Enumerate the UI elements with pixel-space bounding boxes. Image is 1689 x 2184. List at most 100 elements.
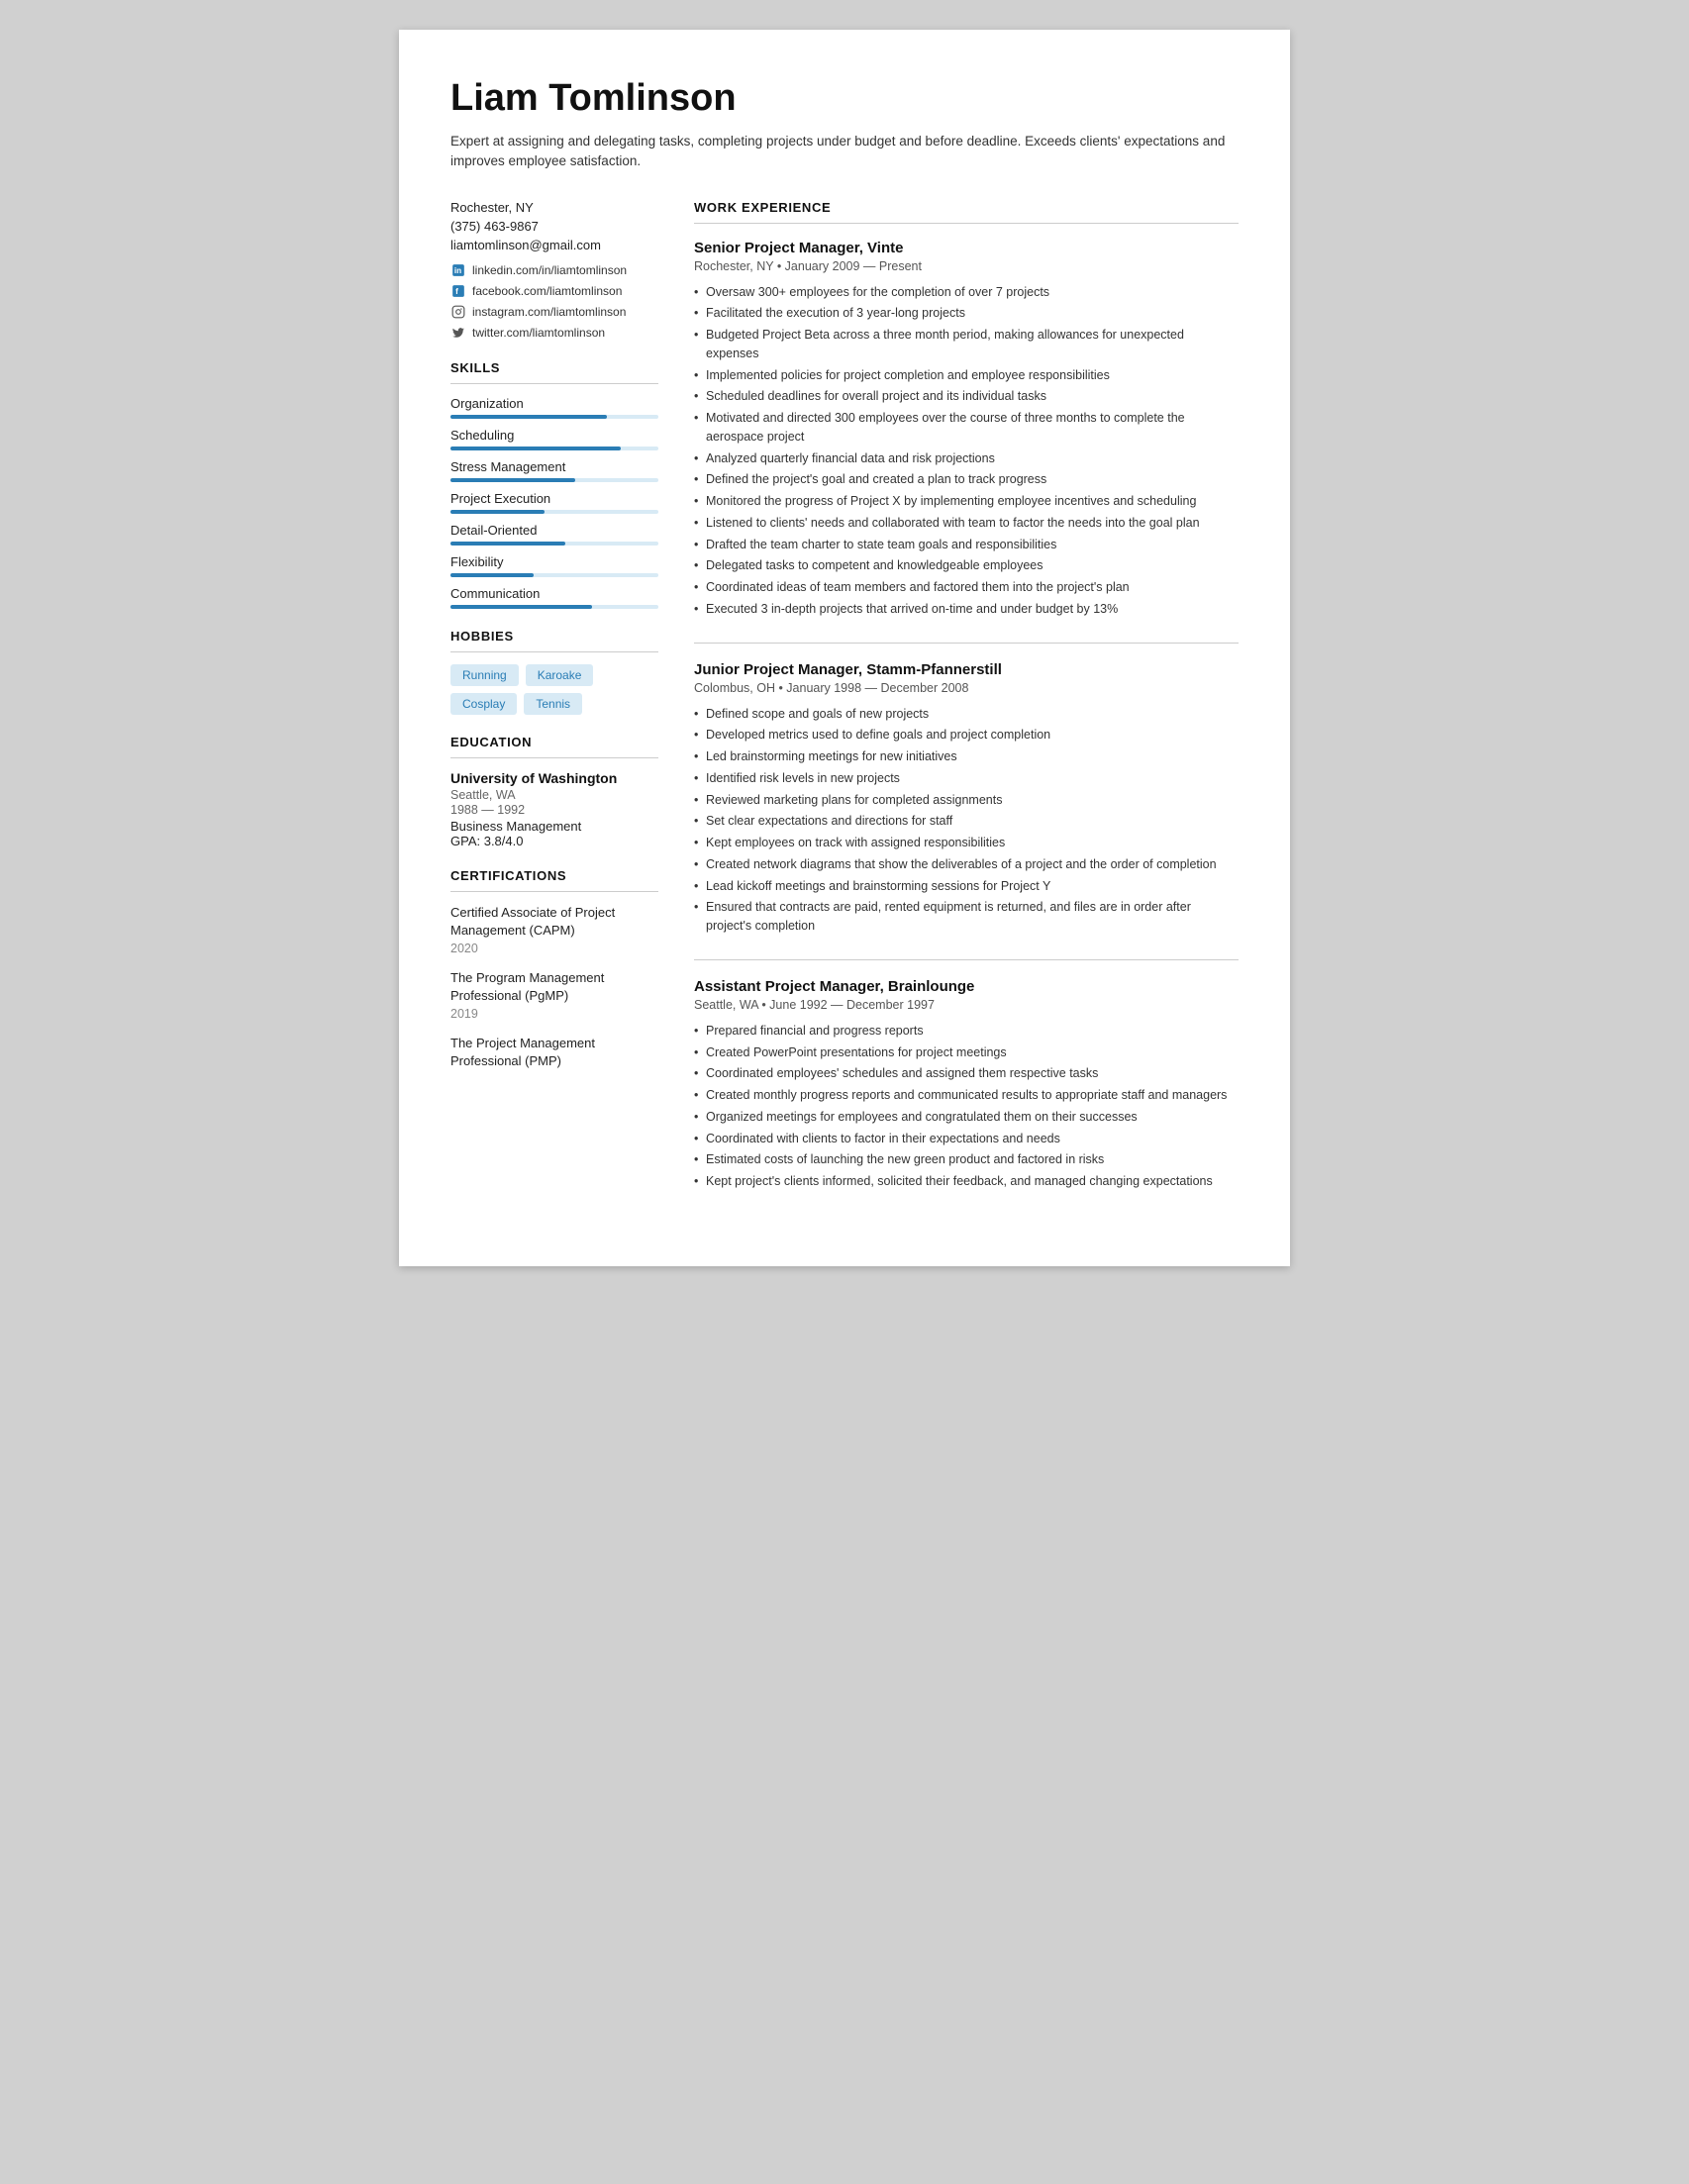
bullet-item: Led brainstorming meetings for new initi… xyxy=(694,747,1239,766)
svg-text:f: f xyxy=(455,286,458,295)
job-title: Senior Project Manager, Vinte xyxy=(694,240,1239,256)
bullet-item: Drafted the team charter to state team g… xyxy=(694,536,1239,554)
instagram-icon xyxy=(450,304,466,320)
contact-email: liamtomlinson@gmail.com xyxy=(450,238,658,252)
skill-name: Project Execution xyxy=(450,491,658,506)
twitter-icon xyxy=(450,325,466,341)
contact-phone: (375) 463-9867 xyxy=(450,219,658,234)
skill-bar-bg xyxy=(450,478,658,482)
bullet-item: Reviewed marketing plans for completed a… xyxy=(694,791,1239,810)
job-bullets: Defined scope and goals of new projects D… xyxy=(694,705,1239,936)
social-list: in linkedin.com/in/liamtomlinson f xyxy=(450,262,658,341)
svg-text:in: in xyxy=(454,265,461,274)
skills-title: SKILLS xyxy=(450,360,658,375)
job-meta: Colombus, OH • January 1998 — December 2… xyxy=(694,681,1239,695)
bullet-item: Motivated and directed 300 employees ove… xyxy=(694,409,1239,447)
job-bullets: Oversaw 300+ employees for the completio… xyxy=(694,283,1239,619)
contact-location: Rochester, NY xyxy=(450,200,658,215)
job-block: Senior Project Manager, Vinte Rochester,… xyxy=(694,240,1239,619)
skill-row: Stress Management xyxy=(450,459,658,482)
cert-title: CERTIFICATIONS xyxy=(450,868,658,883)
skill-bar-fill xyxy=(450,542,565,546)
edu-gpa: GPA: 3.8/4.0 xyxy=(450,834,658,848)
skill-bar-fill xyxy=(450,415,607,419)
skill-bar-bg xyxy=(450,447,658,450)
bullet-item: Coordinated employees' schedules and ass… xyxy=(694,1064,1239,1083)
facebook-label: facebook.com/liamtomlinson xyxy=(472,284,622,298)
header-summary: Expert at assigning and delegating tasks… xyxy=(450,132,1239,172)
job-title: Junior Project Manager, Stamm-Pfannersti… xyxy=(694,661,1239,678)
hobbies-section: HOBBIES RunningKaroakeCosplayTennis xyxy=(450,629,658,715)
header-section: Liam Tomlinson Expert at assigning and d… xyxy=(450,77,1239,172)
skill-bar-fill xyxy=(450,447,621,450)
skill-bar-bg xyxy=(450,605,658,609)
bullet-item: Organized meetings for employees and con… xyxy=(694,1108,1239,1127)
education-title: EDUCATION xyxy=(450,735,658,749)
facebook-icon: f xyxy=(450,283,466,299)
resume-container: Liam Tomlinson Expert at assigning and d… xyxy=(399,30,1290,1266)
hobbies-title: HOBBIES xyxy=(450,629,658,644)
job-meta: Rochester, NY • January 2009 — Present xyxy=(694,259,1239,273)
cert-block: The Project Management Professional (PMP… xyxy=(450,1035,658,1070)
job-bullets: Prepared financial and progress reports C… xyxy=(694,1022,1239,1191)
bullet-item: Defined scope and goals of new projects xyxy=(694,705,1239,724)
job-title: Assistant Project Manager, Brainlounge xyxy=(694,978,1239,995)
job-divider xyxy=(694,959,1239,960)
bullet-item: Kept employees on track with assigned re… xyxy=(694,834,1239,852)
cert-name: Certified Associate of Project Managemen… xyxy=(450,904,658,940)
bullet-item: Monitored the progress of Project X by i… xyxy=(694,492,1239,511)
left-column: Rochester, NY (375) 463-9867 liamtomlins… xyxy=(450,200,658,1215)
cert-block: Certified Associate of Project Managemen… xyxy=(450,904,658,955)
skill-name: Stress Management xyxy=(450,459,658,474)
bullet-item: Prepared financial and progress reports xyxy=(694,1022,1239,1041)
linkedin-icon: in xyxy=(450,262,466,278)
skill-bar-bg xyxy=(450,415,658,419)
cert-name: The Program Management Professional (PgM… xyxy=(450,969,658,1005)
edu-school: University of Washington xyxy=(450,770,658,786)
bullet-item: Created network diagrams that show the d… xyxy=(694,855,1239,874)
bullet-item: Budgeted Project Beta across a three mon… xyxy=(694,326,1239,363)
social-twitter: twitter.com/liamtomlinson xyxy=(450,325,658,341)
hobby-tag: Karoake xyxy=(526,664,594,686)
cert-year: 2019 xyxy=(450,1007,658,1021)
right-column: WORK EXPERIENCE Senior Project Manager, … xyxy=(694,200,1239,1215)
bullet-item: Scheduled deadlines for overall project … xyxy=(694,387,1239,406)
cert-name: The Project Management Professional (PMP… xyxy=(450,1035,658,1070)
hobby-tag: Cosplay xyxy=(450,693,517,715)
skill-name: Communication xyxy=(450,586,658,601)
skills-list: Organization Scheduling Stress Managemen… xyxy=(450,396,658,609)
social-linkedin: in linkedin.com/in/liamtomlinson xyxy=(450,262,658,278)
bullet-item: Defined the project's goal and created a… xyxy=(694,470,1239,489)
bullet-item: Created monthly progress reports and com… xyxy=(694,1086,1239,1105)
edu-field: Business Management xyxy=(450,819,658,834)
skill-bar-fill xyxy=(450,510,545,514)
skill-name: Scheduling xyxy=(450,428,658,443)
bullet-item: Ensured that contracts are paid, rented … xyxy=(694,898,1239,936)
social-instagram: instagram.com/liamtomlinson xyxy=(450,304,658,320)
bullet-item: Implemented policies for project complet… xyxy=(694,366,1239,385)
job-divider xyxy=(694,643,1239,644)
bullet-item: Developed metrics used to define goals a… xyxy=(694,726,1239,745)
skill-name: Detail-Oriented xyxy=(450,523,658,538)
bullet-item: Executed 3 in-depth projects that arrive… xyxy=(694,600,1239,619)
bullet-item: Oversaw 300+ employees for the completio… xyxy=(694,283,1239,302)
hobby-tag: Tennis xyxy=(524,693,582,715)
cert-list: Certified Associate of Project Managemen… xyxy=(450,904,658,1071)
skill-row: Scheduling xyxy=(450,428,658,450)
bullet-item: Delegated tasks to competent and knowled… xyxy=(694,556,1239,575)
instagram-label: instagram.com/liamtomlinson xyxy=(472,305,626,319)
cert-block: The Program Management Professional (PgM… xyxy=(450,969,658,1021)
contact-block: Rochester, NY (375) 463-9867 liamtomlins… xyxy=(450,200,658,341)
skill-bar-bg xyxy=(450,573,658,577)
bullet-item: Identified risk levels in new projects xyxy=(694,769,1239,788)
job-meta: Seattle, WA • June 1992 — December 1997 xyxy=(694,998,1239,1012)
skill-bar-bg xyxy=(450,510,658,514)
skill-row: Detail-Oriented xyxy=(450,523,658,546)
skill-bar-fill xyxy=(450,573,534,577)
edu-years: 1988 — 1992 xyxy=(450,803,658,817)
bullet-item: Listened to clients' needs and collabora… xyxy=(694,514,1239,533)
job-block: Assistant Project Manager, Brainlounge S… xyxy=(694,978,1239,1191)
twitter-label: twitter.com/liamtomlinson xyxy=(472,326,605,340)
skill-bar-fill xyxy=(450,605,592,609)
candidate-name: Liam Tomlinson xyxy=(450,77,1239,120)
